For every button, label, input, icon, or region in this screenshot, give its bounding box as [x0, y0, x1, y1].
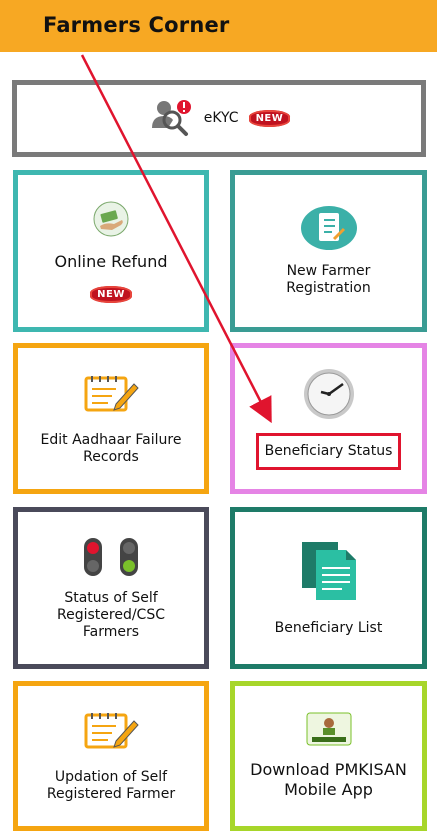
- edit-aadhaar-label-1: Edit Aadhaar Failure: [40, 431, 182, 448]
- beneficiary-status-label: Beneficiary Status: [264, 443, 393, 459]
- new-badge: NEW: [90, 285, 132, 303]
- beneficiary-list-label: Beneficiary List: [274, 619, 383, 636]
- online-refund-tile[interactable]: Online Refund NEW: [13, 170, 209, 332]
- edit-notepad-icon: [82, 709, 140, 751]
- new-badge: NEW: [248, 110, 291, 127]
- updation-label-1: Updation of Self: [54, 769, 168, 785]
- clock-icon: [299, 367, 359, 421]
- beneficiary-status-tile[interactable]: Beneficiary Status: [230, 343, 427, 494]
- new-farmer-label-1: New Farmer: [286, 263, 371, 279]
- download-app-tile[interactable]: Download PMKISAN Mobile App: [230, 681, 427, 831]
- new-farmer-label-2: Registration: [286, 280, 371, 296]
- self-registered-label-1: Status of Self: [64, 589, 158, 606]
- self-registered-label-3: Farmers: [82, 623, 140, 640]
- edit-aadhaar-failure-tile[interactable]: Edit Aadhaar Failure Records: [13, 343, 209, 494]
- download-app-label-1: Download PMKISAN: [250, 760, 407, 779]
- ekyc-label: eKYC: [203, 110, 239, 126]
- page-header: Farmers Corner: [0, 0, 437, 52]
- pmkisan-logo-icon: [306, 712, 352, 746]
- money-hand-icon: [92, 200, 130, 238]
- online-refund-label: Online Refund: [54, 251, 168, 271]
- ekyc-tile[interactable]: eKYC NEW: [12, 80, 426, 157]
- page-title: Farmers Corner: [43, 13, 230, 37]
- documents-icon: [298, 540, 360, 602]
- beneficiary-list-tile[interactable]: Beneficiary List: [230, 507, 427, 669]
- updation-self-registered-tile[interactable]: Updation of Self Registered Farmer: [13, 681, 209, 831]
- beneficiary-status-highlight: Beneficiary Status: [255, 433, 402, 470]
- updation-label-2: Registered Farmer: [46, 786, 176, 802]
- traffic-light-icon: [82, 536, 140, 578]
- self-registered-status-tile[interactable]: Status of Self Registered/CSC Farmers: [13, 507, 209, 669]
- edit-notepad-icon: [82, 372, 140, 414]
- search-person-icon: [148, 96, 194, 142]
- edit-aadhaar-label-2: Records: [83, 448, 139, 465]
- self-registered-label-2: Registered/CSC: [57, 606, 165, 623]
- download-app-label-2: Mobile App: [284, 780, 373, 799]
- new-farmer-registration-tile[interactable]: New Farmer Registration: [230, 170, 427, 332]
- form-icon: [300, 205, 358, 251]
